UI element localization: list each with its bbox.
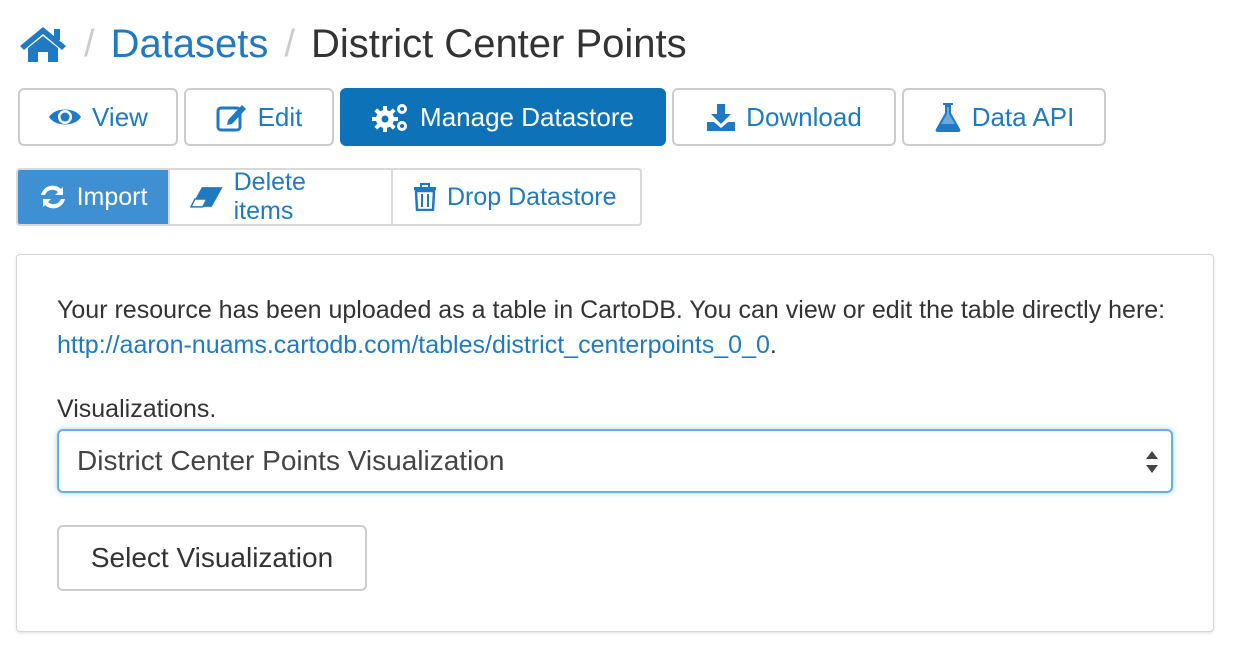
datastore-subnav: Import Delete items Drop Datastore — [16, 168, 642, 226]
edit-button-label: Edit — [257, 101, 303, 132]
breadcrumb-separator: / — [84, 22, 95, 65]
select-caret-icon — [1145, 449, 1159, 482]
download-button[interactable]: Download — [672, 88, 896, 146]
eraser-icon — [190, 187, 223, 208]
download-button-label: Download — [746, 101, 862, 132]
manage-datastore-button-label: Manage Datastore — [420, 101, 634, 132]
visualization-select[interactable]: District Center Points Visualization — [57, 429, 1173, 493]
breadcrumb: / Datasets / District Center Points — [18, 18, 687, 70]
edit-icon — [216, 105, 246, 132]
tab-drop-datastore[interactable]: Drop Datastore — [393, 170, 640, 224]
home-icon[interactable] — [18, 22, 68, 66]
breadcrumb-separator: / — [284, 22, 295, 65]
tab-delete-items[interactable]: Delete items — [170, 170, 393, 224]
visualization-select-value: District Center Points Visualization — [77, 445, 505, 476]
breadcrumb-datasets-link[interactable]: Datasets — [111, 22, 269, 67]
upload-message-end: . — [769, 331, 777, 359]
flask-icon — [935, 103, 961, 132]
edit-button[interactable]: Edit — [184, 88, 334, 146]
tab-import[interactable]: Import — [18, 170, 170, 224]
upload-message-text: Your resource has been uploaded as a tab… — [57, 296, 1166, 324]
view-button[interactable]: View — [18, 88, 178, 146]
refresh-icon — [40, 185, 65, 209]
data-api-button-label: Data API — [971, 101, 1075, 132]
data-api-button[interactable]: Data API — [902, 88, 1106, 146]
select-visualization-button[interactable]: Select Visualization — [57, 525, 367, 591]
tab-delete-items-label: Delete items — [233, 168, 306, 225]
eye-icon — [49, 109, 82, 125]
tab-drop-datastore-label: Drop Datastore — [447, 182, 617, 211]
tab-import-label: Import — [76, 182, 148, 211]
visualizations-label: Visualizations. — [57, 395, 217, 423]
upload-message: Your resource has been uploaded as a tab… — [57, 293, 1177, 363]
manage-datastore-button[interactable]: Manage Datastore — [340, 88, 666, 146]
trash-icon — [414, 183, 436, 211]
gears-icon — [372, 104, 408, 132]
download-icon — [707, 104, 736, 131]
cartodb-panel: Your resource has been uploaded as a tab… — [16, 254, 1214, 632]
cartodb-table-link[interactable]: http://aaron-nuams.cartodb.com/tables/di… — [57, 331, 770, 359]
page-title: District Center Points — [310, 21, 687, 66]
view-button-label: View — [92, 101, 148, 132]
